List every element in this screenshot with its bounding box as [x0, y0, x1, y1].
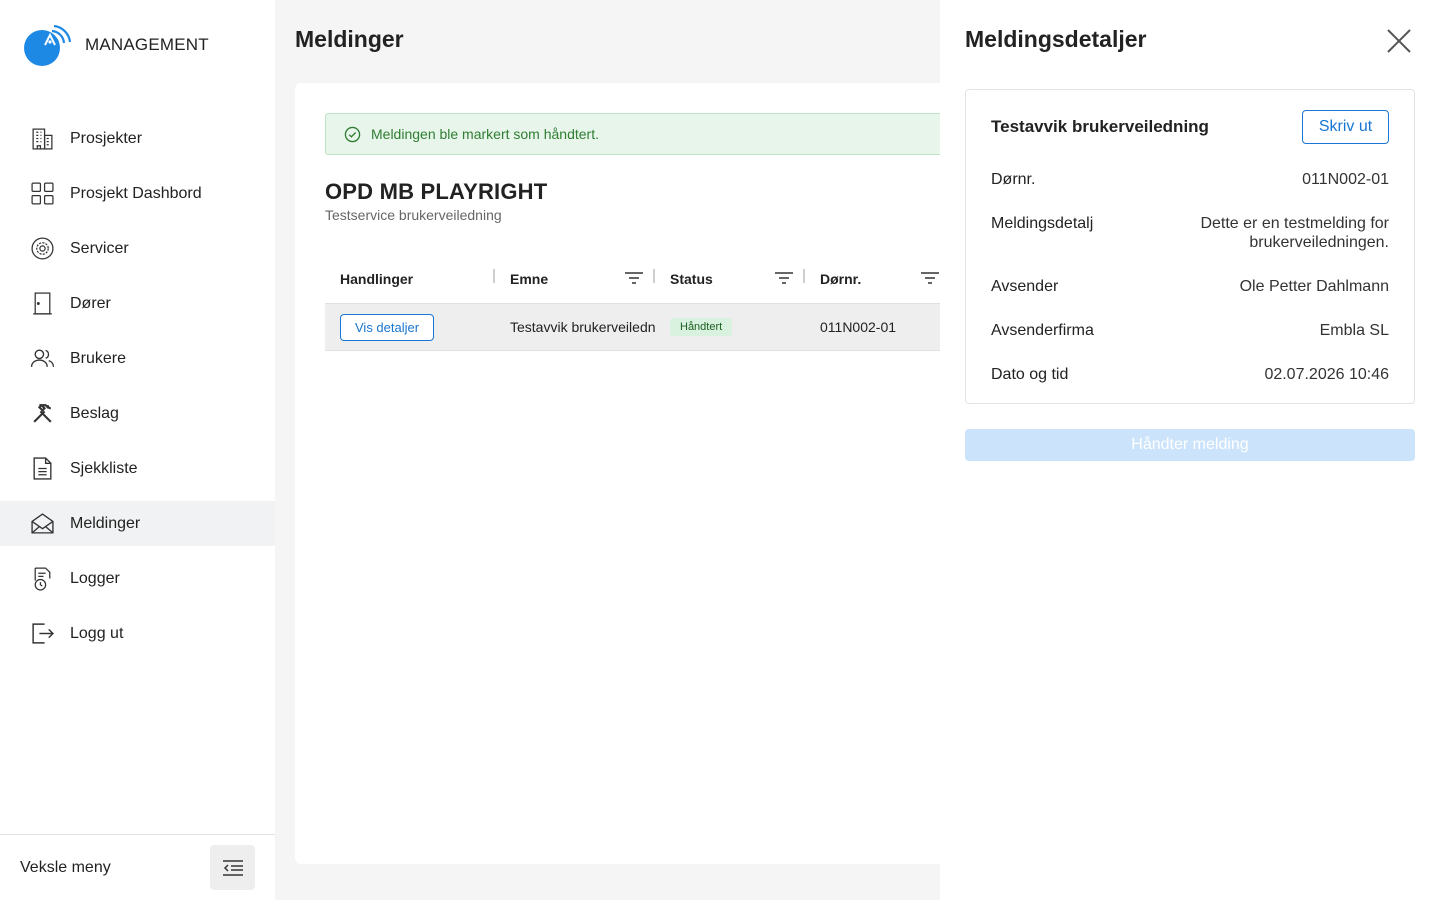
service-gear-icon: [30, 236, 55, 261]
sidebar-item-label: Logger: [70, 569, 120, 587]
dashboard-grid-icon: [30, 181, 55, 206]
column-label: Handlinger: [340, 271, 414, 287]
detail-row-sender: Avsender Ole Petter Dahlmann: [991, 277, 1389, 296]
cell-subject: Testavvik brukerveiledn: [510, 319, 655, 335]
envelope-open-icon: [30, 511, 55, 536]
building-icon: [30, 126, 55, 151]
main-content: Meldinger Meldingen ble markert som hånd…: [275, 0, 965, 900]
message-title: Testavvik brukerveiledning: [991, 117, 1209, 136]
column-header-handlinger: Handlinger: [325, 255, 495, 303]
document-icon: [30, 456, 55, 481]
sidebar-item-beslag[interactable]: Beslag: [0, 391, 275, 436]
toggle-menu-button[interactable]: [210, 845, 255, 890]
filter-icon[interactable]: [625, 271, 643, 285]
detail-row-sender-company: Avsenderfirma Embla SL: [991, 321, 1389, 340]
alert-message: Meldingen ble markert som håndtert.: [371, 126, 599, 142]
detail-value: Embla SL: [1319, 322, 1389, 339]
print-button[interactable]: Skriv ut: [1302, 110, 1389, 144]
detail-row-message: Meldingsdetalj Dette er en testmelding f…: [991, 214, 1389, 252]
brand-name: MANAGEMENT: [85, 35, 209, 54]
sidebar-item-meldinger[interactable]: Meldinger: [0, 501, 275, 546]
column-label: Emne: [510, 271, 549, 287]
sidebar-item-logger[interactable]: Logger: [0, 556, 275, 601]
handle-message-button[interactable]: Håndter melding: [965, 429, 1415, 461]
tools-icon: [30, 401, 55, 426]
table-row[interactable]: Vis detaljer Testavvik brukerveiledn Hån…: [325, 303, 965, 351]
sidebar-item-logg-ut[interactable]: Logg ut: [0, 611, 275, 656]
sidebar-item-brukere[interactable]: Brukere: [0, 336, 275, 381]
sidebar-item-dorer[interactable]: Dører: [0, 281, 275, 326]
drawer-title: Meldingsdetaljer: [965, 26, 1147, 52]
sidebar-item-label: Dører: [70, 294, 111, 312]
sidebar-footer: Veksle meny: [0, 834, 275, 900]
messages-card: Meldingen ble markert som håndtert. OPD …: [295, 83, 965, 864]
sidebar: MANAGEMENT Prosjekter Prosjekt Dashbord …: [0, 0, 275, 900]
column-label: Status: [670, 271, 713, 287]
detail-key: Avsender: [991, 278, 1059, 295]
cell-actions: Vis detaljer: [325, 303, 495, 351]
filter-icon[interactable]: [775, 271, 793, 285]
success-alert: Meldingen ble markert som håndtert.: [325, 113, 965, 155]
sidebar-item-label: Beslag: [70, 404, 119, 422]
log-clock-icon: [30, 566, 55, 591]
detail-key: Dørnr.: [991, 171, 1036, 188]
detail-row-datetime: Dato og tid 02.07.2026 10:46: [991, 365, 1389, 384]
messages-table: Handlinger Emne Status Dørnr. Vis detalj…: [325, 255, 965, 351]
sidebar-item-sjekkliste[interactable]: Sjekkliste: [0, 446, 275, 491]
detail-key: Meldingsdetalj: [991, 215, 1094, 232]
project-subtitle: Testservice brukerveiledning: [325, 207, 502, 223]
table-header: Handlinger Emne Status Dørnr.: [325, 255, 965, 303]
sidebar-nav: Prosjekter Prosjekt Dashbord Servicer Dø…: [0, 116, 275, 666]
project-title: OPD MB PLAYRIGHT: [325, 179, 548, 204]
filter-icon[interactable]: [921, 271, 939, 285]
column-header-status: Status: [655, 255, 805, 303]
logout-icon: [30, 621, 55, 646]
sidebar-item-label: Sjekkliste: [70, 459, 138, 477]
column-header-emne: Emne: [495, 255, 655, 303]
brand-logo[interactable]: MANAGEMENT: [24, 22, 209, 68]
sidebar-item-label: Prosjekt Dashbord: [70, 184, 202, 202]
details-drawer: Meldingsdetaljer Testavvik brukerveiledn…: [940, 0, 1440, 900]
sidebar-item-label: Brukere: [70, 349, 127, 367]
detail-value: 011N002-01: [1302, 171, 1389, 188]
collapse-menu-icon: [222, 859, 243, 876]
detail-value: Ole Petter Dahlmann: [1239, 278, 1389, 295]
view-details-button[interactable]: Vis detaljer: [340, 313, 435, 341]
users-icon: [30, 346, 55, 371]
sidebar-item-prosjekter[interactable]: Prosjekter: [0, 116, 275, 161]
page-title: Meldinger: [295, 26, 404, 52]
detail-value: 02.07.2026 10:46: [1264, 366, 1389, 383]
sidebar-item-label: Logg ut: [70, 624, 124, 642]
sidebar-item-label: Servicer: [70, 239, 129, 257]
sidebar-item-label: Prosjekter: [70, 129, 143, 147]
sidebar-item-label: Meldinger: [70, 514, 141, 532]
detail-row-door: Dørnr. 011N002-01: [991, 170, 1389, 189]
sidebar-item-servicer[interactable]: Servicer: [0, 226, 275, 271]
column-label: Dørnr.: [820, 271, 862, 287]
door-icon: [30, 291, 55, 316]
sidebar-item-prosjekt-dashbord[interactable]: Prosjekt Dashbord: [0, 171, 275, 216]
cell-status: Håndtert: [655, 303, 805, 351]
detail-value: Dette er en testmelding for brukerveiled…: [1200, 215, 1389, 251]
close-icon[interactable]: [1386, 28, 1412, 54]
status-badge: Håndtert: [670, 318, 733, 336]
detail-key: Avsenderfirma: [991, 322, 1094, 339]
detail-key: Dato og tid: [991, 366, 1069, 383]
toggle-menu-label: Veksle meny: [20, 858, 111, 876]
logo-icon: [24, 24, 72, 66]
message-detail-card: Testavvik brukerveiledning Skriv ut Dørn…: [965, 89, 1415, 404]
check-circle-icon: [344, 126, 361, 142]
